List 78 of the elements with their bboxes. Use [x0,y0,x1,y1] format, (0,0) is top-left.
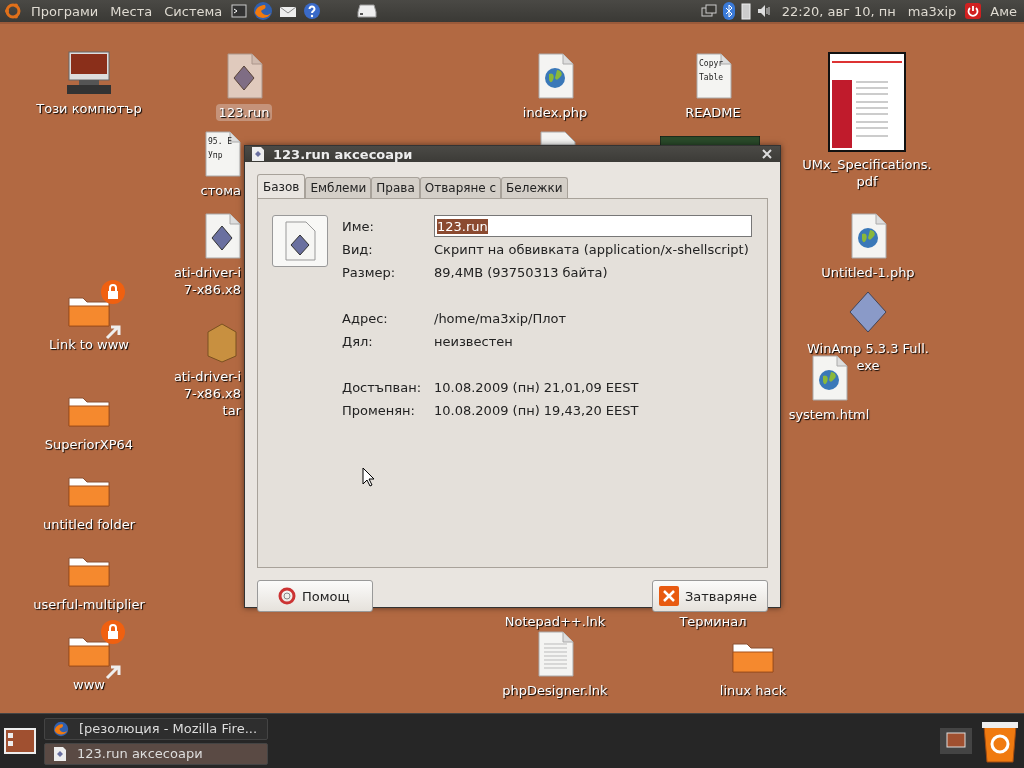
icon-label[interactable]: ati-driver-i 7-x86.x8 tar [170,368,244,419]
icon-label[interactable]: userful-multiplier [30,596,148,613]
taskbar-button[interactable]: [резолюция - Mozilla Fire... [44,717,268,740]
icon-label[interactable]: untitled folder [40,516,138,533]
tab[interactable]: Емблеми [305,177,372,198]
tab[interactable]: Базов [257,174,306,199]
icon-label[interactable]: UMx_Specifications. pdf [799,156,935,190]
menu-item[interactable]: Програми [28,3,102,19]
script-file-icon [53,745,67,762]
icon-label[interactable]: www [70,676,108,693]
taskbar-button[interactable]: 123.run аксесоари [44,742,268,765]
icon-label[interactable]: Терминал [676,613,750,630]
field-label: Вид: [342,241,374,259]
field-value: /home/ma3xip/Плот [434,310,568,328]
field-value: 10.08.2009 (пн) 21,01,09 EEST [434,379,640,397]
workspace-switcher-icon[interactable] [940,728,972,754]
bluetooth-icon[interactable] [722,2,735,20]
help-icon[interactable] [303,2,322,20]
field-label: Дял: [342,333,374,351]
icon-label[interactable]: Notepad++.lnk [501,613,609,630]
field-label: Размер: [342,264,397,282]
power-icon[interactable] [965,3,982,19]
pdf-thumbnail-icon [828,52,906,152]
ubuntu-logo-icon[interactable] [4,2,22,20]
icon-label[interactable]: ati-driver-i 7-x86.x8 [170,264,244,298]
folder-icon [731,640,775,674]
icon-label[interactable]: стома [197,182,244,199]
help-button[interactable]: Помощ [257,580,373,612]
lifebuoy-icon [278,587,296,605]
name-field[interactable]: 123.run [434,215,752,237]
tab[interactable]: Права [371,177,420,198]
icon-label[interactable]: index.php [519,104,591,121]
icon-label[interactable]: Link to www [46,336,132,353]
icon-label[interactable]: README [682,104,744,121]
folder-icon [67,394,111,428]
field-value: неизвестен [434,333,514,351]
close-button[interactable]: Затваряне [652,580,768,612]
tab[interactable]: Отваряне с [419,177,502,198]
user-name[interactable]: ma3xip [904,3,960,19]
folder-icon [67,474,111,508]
volume-icon[interactable] [756,4,773,18]
icon-label[interactable]: WinAmp 5.3.3 Full. exe [804,340,932,374]
window-title: 123.run аксесоари [273,146,414,162]
drive-icon[interactable] [357,4,378,18]
keyboard-layout[interactable]: Аме [987,3,1020,19]
field-value: 10.08.2009 (пн) 19,43,20 EEST [434,402,640,420]
icon-label[interactable]: linux hack [716,682,790,699]
field-value: 89,4MB (93750313 байта) [434,264,609,282]
browser-icon [53,720,69,737]
icon-label[interactable]: 123.run [215,104,273,121]
field-value: Скрипт на обвивката (application/x-shellscript) [434,241,750,259]
folder-icon [67,634,111,668]
computer-icon [65,50,113,96]
show-desktop-icon[interactable] [4,728,36,754]
terminal-icon[interactable] [231,3,248,19]
mouse-pointer-icon [362,467,376,487]
script-file-icon [251,146,265,162]
battery-icon[interactable] [740,2,751,20]
clock[interactable]: 22:20, авг 10, пн [778,3,899,19]
window-list-icon[interactable] [700,4,717,18]
field-label: Име: [342,218,375,236]
folder-icon [67,294,111,328]
close-icon[interactable] [760,147,774,161]
menu-item[interactable]: Места [107,3,156,19]
field-label: Адрес: [342,310,389,328]
icon-label[interactable]: SuperiorXP64 [41,436,137,453]
icon-label[interactable]: Този компютър [33,100,145,117]
field-label: Достъпван: [342,379,423,397]
menu-item[interactable]: Система [161,3,226,19]
browser-icon[interactable] [253,1,274,21]
tab[interactable]: Бележки [501,177,568,198]
script-file-icon [272,215,328,267]
folder-icon [67,554,111,588]
close-icon [659,586,679,606]
icon-label[interactable]: Untitled-1.php [818,264,918,281]
icon-label[interactable]: system.html [785,406,873,423]
icon-label[interactable]: phpDesigner.lnk [499,682,611,699]
field-label: Променян: [342,402,416,420]
